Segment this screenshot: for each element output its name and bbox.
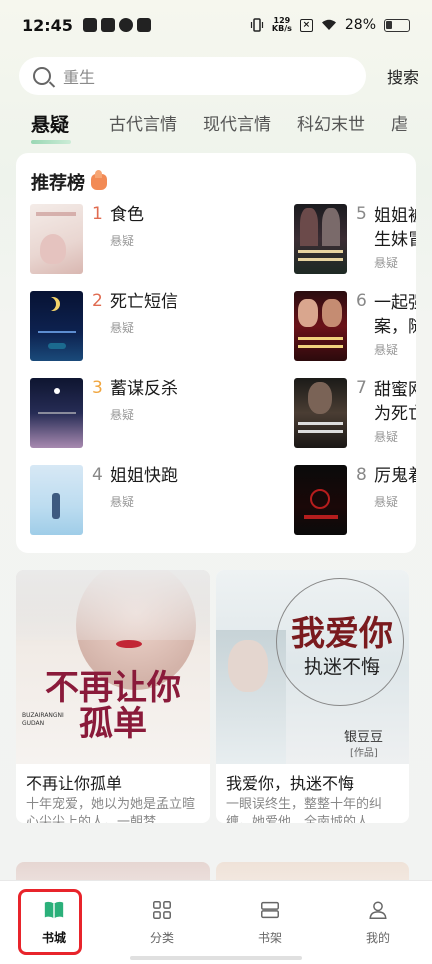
book-description: 一眼误终生，整整十年的纠缠。她爱他，全南城的人... bbox=[226, 797, 383, 823]
rank-book-name: 厉鬼着 bbox=[374, 466, 416, 486]
cover-title-line1: 我爱你 bbox=[291, 614, 393, 654]
chat-icon bbox=[118, 18, 133, 32]
recommend-ranking-card: 推荐榜 1 食色 悬疑 2 死亡短信 悬疑 3 蓄谋反杀 悬疑 4 姐姐快跑 悬… bbox=[16, 153, 416, 553]
search-icon bbox=[33, 67, 51, 85]
rank-book-category: 悬疑 bbox=[374, 256, 399, 270]
notification-icons bbox=[82, 18, 151, 32]
rank-number: 8 bbox=[356, 465, 367, 485]
no-sim-icon: × bbox=[299, 18, 313, 32]
rank-book-name: 一起强案，随 bbox=[374, 293, 416, 337]
rank-book-name: 姐姐被生妹冒 bbox=[374, 206, 416, 250]
book-cover bbox=[294, 204, 347, 274]
book-title: 我爱你，执迷不悔 bbox=[226, 774, 355, 793]
rank-number: 6 bbox=[356, 291, 367, 311]
highlight-box bbox=[18, 889, 82, 955]
rank-item-4[interactable]: 4 姐姐快跑 悬疑 bbox=[30, 465, 290, 537]
book-description: 十年宠爱，她以为她是孟立暄心尖尖上的人。一朝梦... bbox=[26, 797, 196, 823]
book-cover: 不再让你 孤单 BUZAIRANGNI GUDAN bbox=[16, 570, 210, 764]
rank-book-category: 悬疑 bbox=[374, 495, 399, 509]
rank-book-name: 死亡短信 bbox=[110, 292, 178, 312]
book-cover bbox=[294, 465, 347, 535]
home-indicator[interactable] bbox=[130, 956, 302, 960]
search-row: 重生 搜索 bbox=[19, 57, 419, 95]
rank-book-category: 悬疑 bbox=[110, 408, 135, 422]
book-cover bbox=[294, 378, 347, 448]
rank-number: 2 bbox=[92, 291, 103, 311]
tab-ancient-romance[interactable]: 古代言情 bbox=[83, 108, 177, 146]
status-right: 129 KB/s × 28% bbox=[250, 17, 410, 33]
rank-item-2[interactable]: 2 死亡短信 悬疑 bbox=[30, 291, 290, 363]
tab-abuse[interactable]: 虐 bbox=[365, 108, 408, 146]
rank-book-category: 悬疑 bbox=[110, 495, 135, 509]
ranking-title-text: 推荐榜 bbox=[31, 173, 85, 194]
rank-number: 1 bbox=[92, 204, 103, 224]
book-cover bbox=[30, 291, 83, 361]
tab-suspense[interactable]: 悬疑 bbox=[0, 108, 83, 146]
rank-item-1[interactable]: 1 食色 悬疑 bbox=[30, 204, 290, 276]
rank-book-category: 悬疑 bbox=[110, 321, 135, 335]
book-cover: 我爱你 执迷不悔 银豆豆 [作品] bbox=[216, 570, 409, 764]
nav-label: 我的 bbox=[365, 931, 390, 945]
nav-mine[interactable]: 我的 bbox=[324, 881, 432, 964]
rank-book-name: 蓄谋反杀 bbox=[110, 379, 178, 399]
book-title: 不再让你孤单 bbox=[26, 774, 123, 793]
nav-label: 分类 bbox=[149, 931, 174, 945]
rank-book-name: 食色 bbox=[110, 205, 144, 225]
rank-item-7[interactable]: 7 甜蜜网为死亡 悬疑 bbox=[294, 378, 416, 450]
rank-number: 4 bbox=[92, 465, 103, 485]
bookshelf-icon bbox=[261, 901, 279, 919]
search-button[interactable]: 搜索 bbox=[387, 64, 419, 88]
hot-bag-icon bbox=[91, 170, 107, 190]
nav-bookshelf[interactable]: 书架 bbox=[216, 881, 324, 964]
battery-percent: 28% bbox=[344, 17, 376, 33]
nav-label: 书架 bbox=[257, 931, 282, 945]
book-card-2[interactable]: 我爱你 执迷不悔 银豆豆 [作品] 我爱你，执迷不悔 一眼误终生，整整十年的纠缠… bbox=[216, 570, 409, 823]
rank-book-name: 姐姐快跑 bbox=[110, 466, 178, 486]
wifi-icon bbox=[321, 19, 336, 30]
book-card-1[interactable]: 不再让你 孤单 BUZAIRANGNI GUDAN 不再让你孤单 十年宠爱，她以… bbox=[16, 570, 210, 823]
app-icon bbox=[136, 18, 151, 32]
tab-modern-romance[interactable]: 现代言情 bbox=[177, 108, 271, 146]
tab-scifi[interactable]: 科幻末世 bbox=[271, 108, 365, 146]
mail-icon bbox=[100, 18, 115, 32]
cover-subtitle: BUZAIRANGNI GUDAN bbox=[22, 712, 64, 727]
rank-book-category: 悬疑 bbox=[110, 234, 135, 248]
cover-author: 银豆豆 bbox=[344, 730, 384, 745]
speed-unit: KB/s bbox=[271, 24, 292, 33]
vibrate-icon bbox=[250, 18, 263, 32]
book-cover bbox=[30, 378, 83, 448]
rank-book-category: 悬疑 bbox=[374, 430, 399, 444]
rank-item-6[interactable]: 6 一起强案，随 悬疑 bbox=[294, 291, 416, 363]
search-placeholder: 重生 bbox=[63, 68, 96, 87]
category-tabs: 悬疑 古代言情 现代言情 科幻末世 虐 bbox=[0, 108, 432, 146]
rank-number: 7 bbox=[356, 378, 367, 398]
book-cover bbox=[294, 291, 347, 361]
nav-category[interactable]: 分类 bbox=[108, 881, 216, 964]
person-icon bbox=[369, 901, 387, 919]
status-time: 12:45 bbox=[22, 15, 73, 35]
search-input[interactable]: 重生 bbox=[19, 57, 366, 95]
rank-item-8[interactable]: 8 厉鬼着 悬疑 bbox=[294, 465, 416, 537]
cover-title-line2: 执迷不悔 bbox=[303, 656, 380, 678]
rank-item-3[interactable]: 3 蓄谋反杀 悬疑 bbox=[30, 378, 290, 450]
network-speed: 129 KB/s bbox=[272, 17, 292, 33]
ranking-title: 推荐榜 bbox=[31, 169, 107, 195]
cover-author-tag: [作品] bbox=[350, 748, 378, 759]
book-cover bbox=[30, 204, 83, 274]
rank-number: 5 bbox=[356, 204, 367, 224]
rank-book-category: 悬疑 bbox=[374, 343, 399, 357]
play-icon bbox=[82, 18, 97, 32]
rank-item-5[interactable]: 5 姐姐被生妹冒 悬疑 bbox=[294, 204, 416, 276]
book-cover bbox=[30, 465, 83, 535]
battery-icon bbox=[384, 18, 410, 32]
rank-number: 3 bbox=[92, 378, 103, 398]
cover-title-line1: 不再让你 bbox=[45, 668, 181, 708]
status-bar: 12:45 129 KB/s × 28% bbox=[0, 0, 432, 50]
rank-book-name: 甜蜜网为死亡 bbox=[374, 380, 416, 424]
grid-icon bbox=[153, 901, 171, 919]
